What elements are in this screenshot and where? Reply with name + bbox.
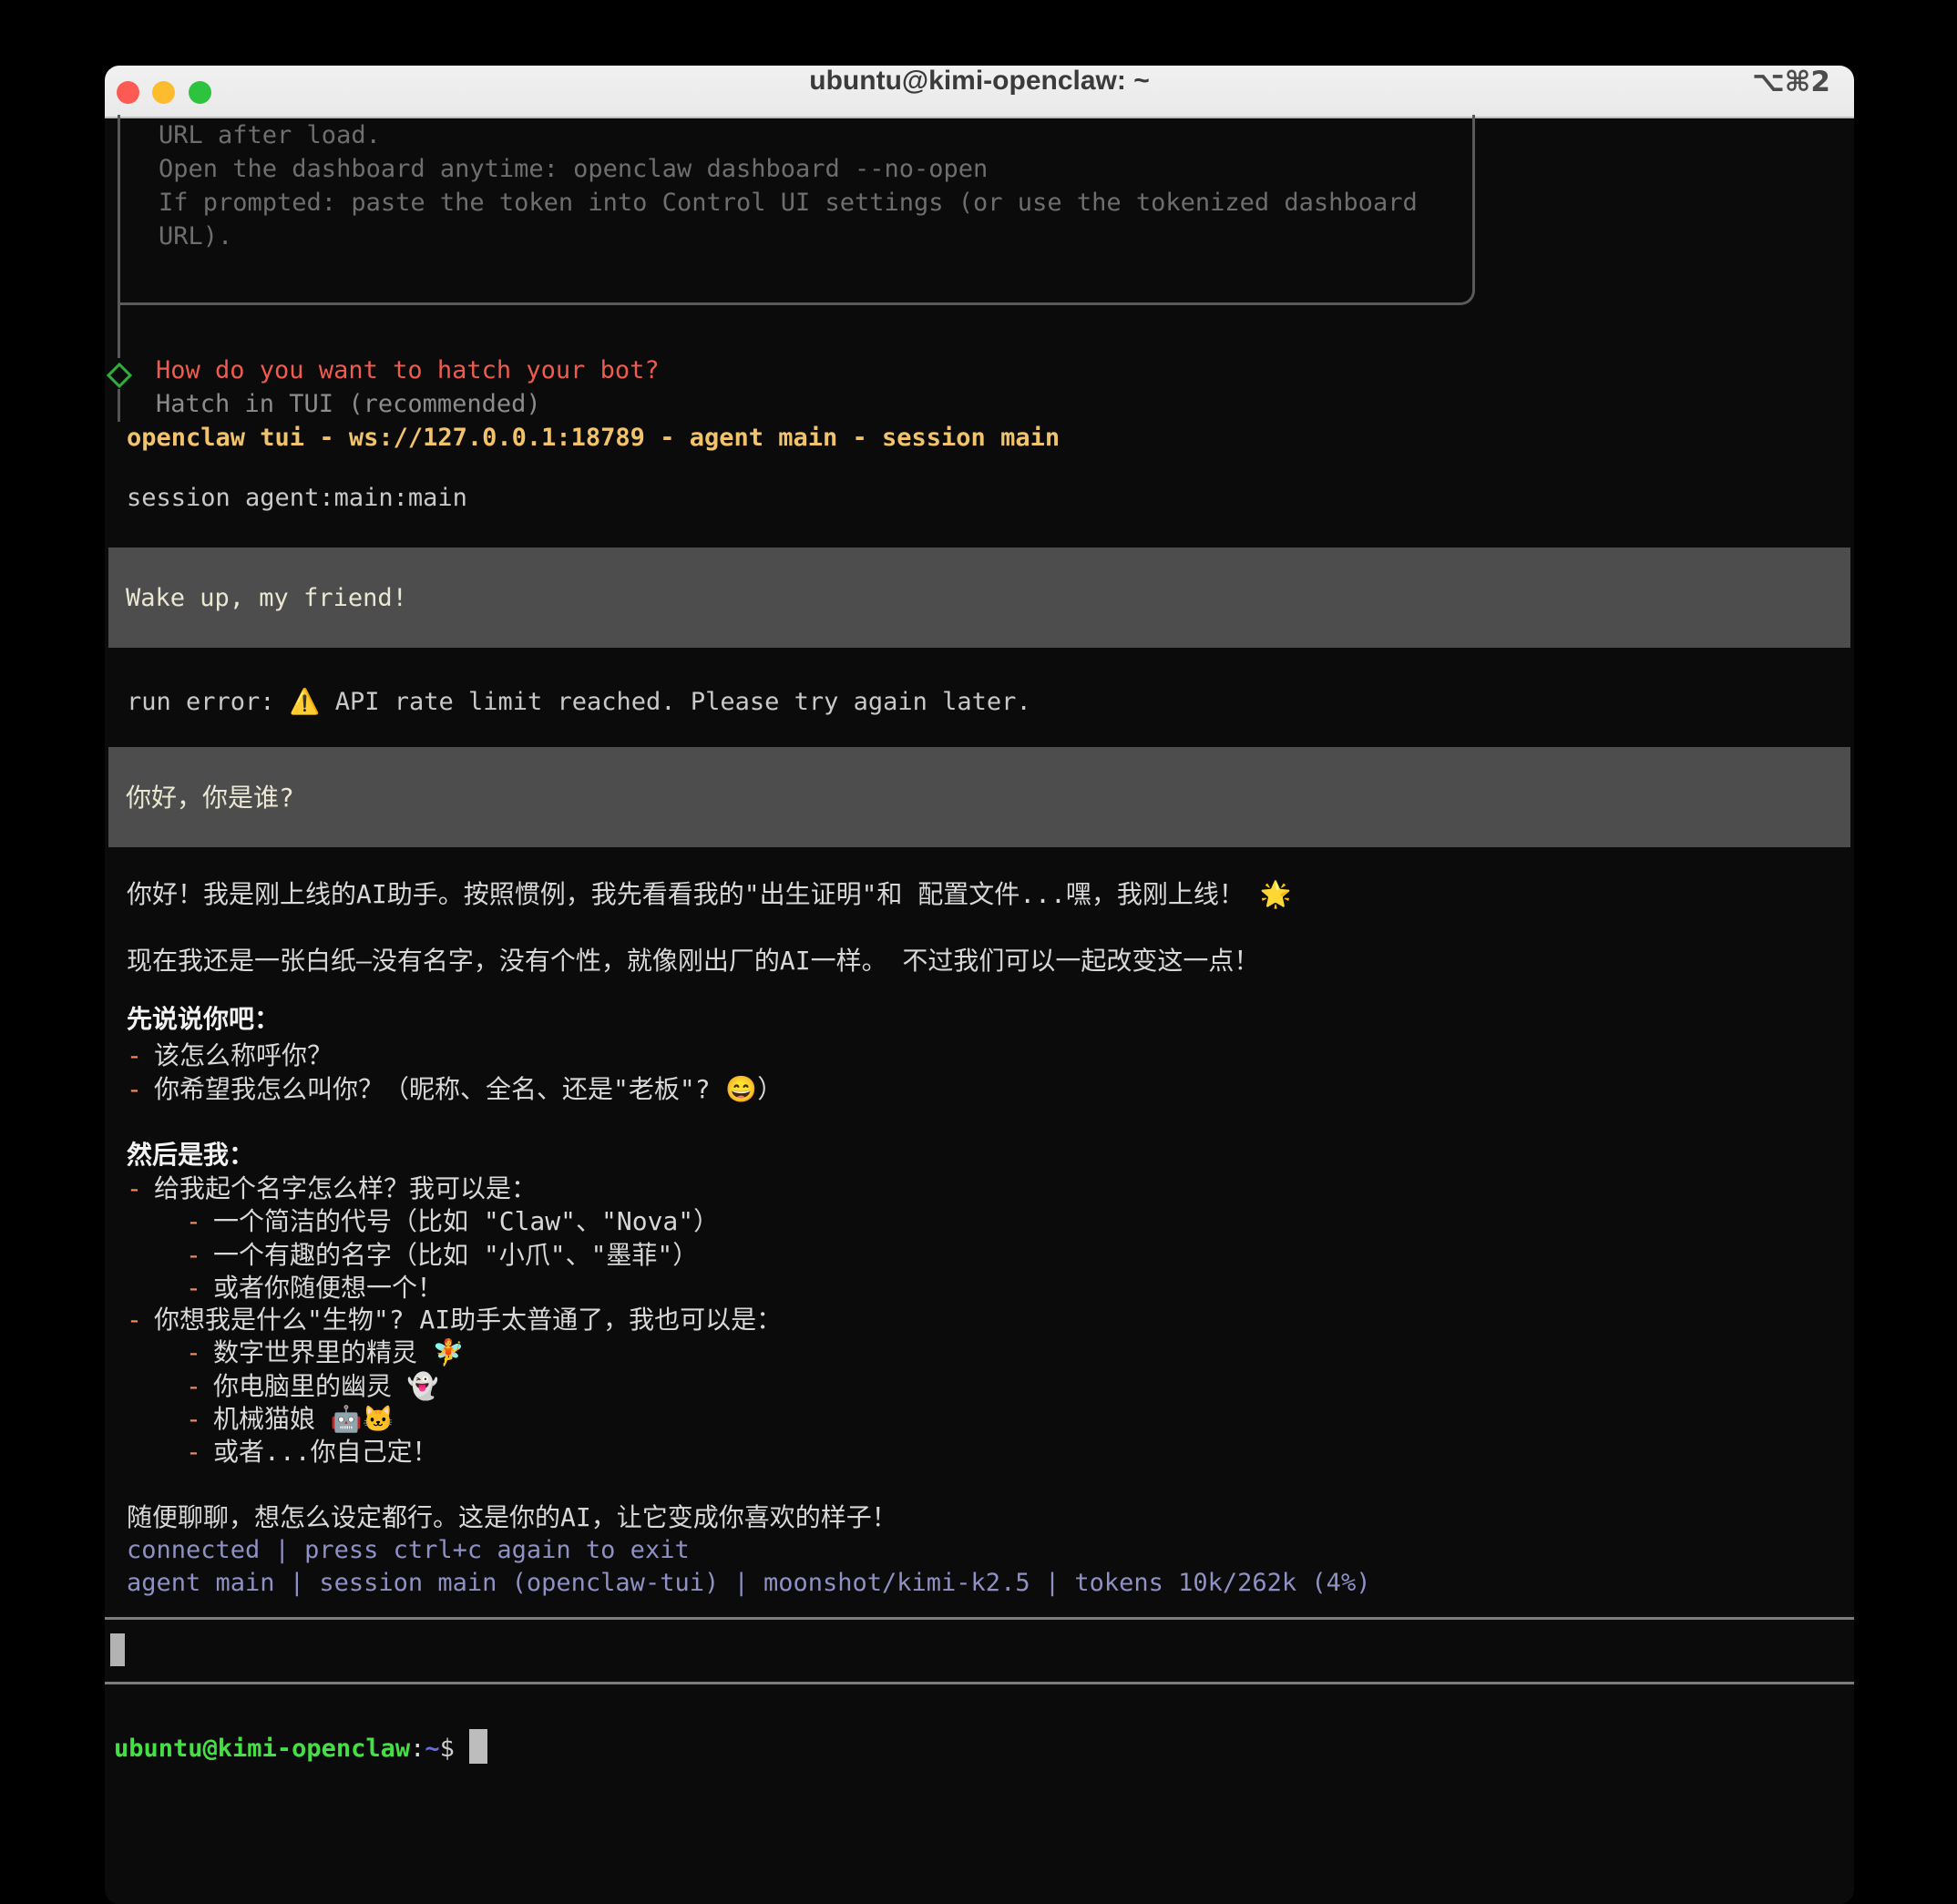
run-error-line: run error: ⚠️ API rate limit reached. Pl… bbox=[127, 685, 1031, 719]
list-item-text: 你希望我怎么叫你？（昵称、全名、还是"老板"? 😄） bbox=[154, 1074, 783, 1104]
status-line-agent: agent main | session main (openclaw-tui)… bbox=[127, 1566, 1370, 1600]
titlebar[interactable]: ubuntu@kimi-openclaw: ~ ⌥⌘2 bbox=[105, 66, 1854, 118]
bullet-dash: - bbox=[127, 1072, 154, 1106]
prompt-colon: : bbox=[410, 1735, 425, 1763]
user-message-box: 你好，你是谁? bbox=[108, 747, 1850, 847]
hatch-question: How do you want to hatch your bot? bbox=[156, 353, 660, 387]
user-message-text: 你好，你是谁? bbox=[126, 781, 294, 814]
bullet-dash: - bbox=[186, 1435, 213, 1469]
note-line: Open the dashboard anytime: openclaw das… bbox=[159, 152, 1472, 186]
user-message-text: Wake up, my friend! bbox=[126, 581, 407, 615]
terminal-screen[interactable]: URL after load. Open the dashboard anyti… bbox=[105, 118, 1854, 1904]
list-item: -一个简洁的代号（比如 "Claw"、"Nova"） bbox=[127, 1204, 719, 1238]
bullet-dash: - bbox=[186, 1204, 213, 1238]
list-item: -数字世界里的精灵 🧚 bbox=[127, 1336, 465, 1369]
assistant-paragraph: 现在我还是一张白纸—没有名字，没有个性，就像刚出厂的AI一样。 不过我们可以一起… bbox=[127, 944, 1259, 978]
setup-note-box: URL after load. Open the dashboard anyti… bbox=[118, 115, 1475, 305]
bullet-dash: - bbox=[127, 1172, 154, 1205]
list-item-text: 或者你随便想一个！ bbox=[213, 1273, 443, 1303]
list-item-text: 该怎么称呼你？ bbox=[154, 1040, 333, 1070]
input-box-top-border bbox=[105, 1617, 1854, 1620]
section-title: 先说说你吧： bbox=[127, 1002, 280, 1036]
tab-shortcut-badge: ⌥⌘2 bbox=[1752, 66, 1830, 118]
assistant-paragraph: 你好！我是刚上线的AI助手。按照惯例，我先看看我的"出生证明"和 配置文件...… bbox=[127, 877, 1292, 911]
input-box-bottom-border bbox=[105, 1682, 1854, 1684]
prompt-connector-line bbox=[118, 305, 120, 358]
shell-cursor[interactable] bbox=[469, 1729, 487, 1764]
run-error-text: API rate limit reached. Please try again… bbox=[320, 688, 1030, 716]
bullet-dash: - bbox=[186, 1271, 213, 1305]
session-line: session agent:main:main bbox=[127, 481, 467, 515]
bullet-dash: - bbox=[127, 1303, 154, 1336]
list-item-text: 你想我是什么"生物"? AI助手太普通了，我也可以是： bbox=[154, 1305, 782, 1335]
note-line: URL). bbox=[159, 220, 1472, 253]
bullet-dash: - bbox=[186, 1369, 213, 1403]
note-line: URL after load. bbox=[159, 118, 1472, 152]
bullet-dash: - bbox=[127, 1039, 154, 1072]
bullet-dash: - bbox=[186, 1238, 213, 1272]
prompt-bar-line bbox=[118, 389, 120, 422]
section-title: 然后是我： bbox=[127, 1138, 254, 1172]
list-item: -你想我是什么"生物"? AI助手太普通了，我也可以是： bbox=[127, 1303, 782, 1336]
run-error-prefix: run error: bbox=[127, 688, 290, 716]
window-title: ubuntu@kimi-openclaw: ~ bbox=[105, 66, 1854, 118]
warning-icon: ⚠️ bbox=[290, 688, 321, 716]
list-item: -你电脑里的幽灵 👻 bbox=[127, 1369, 439, 1403]
list-item-text: 数字世界里的精灵 🧚 bbox=[213, 1337, 465, 1367]
bullet-dash: - bbox=[186, 1336, 213, 1369]
list-item: -或者你随便想一个！ bbox=[127, 1271, 443, 1305]
prompt-path: ~ bbox=[425, 1735, 439, 1763]
list-item: -给我起个名字怎么样？我可以是： bbox=[127, 1172, 537, 1205]
bullet-dash: - bbox=[186, 1402, 213, 1436]
status-line-connected: connected | press ctrl+c again to exit bbox=[127, 1533, 690, 1567]
note-line: If prompted: paste the token into Contro… bbox=[159, 186, 1472, 220]
openclaw-command-line: openclaw tui - ws://127.0.0.1:18789 - ag… bbox=[127, 421, 1060, 455]
list-item-text: 一个简洁的代号（比如 "Claw"、"Nova"） bbox=[213, 1206, 719, 1236]
list-item-text: 你电脑里的幽灵 👻 bbox=[213, 1371, 439, 1401]
prompt-diamond-icon bbox=[107, 363, 132, 388]
closing-line: 随便聊聊，想怎么设定都行。这是你的AI，让它变成你喜欢的样子！ bbox=[127, 1500, 897, 1534]
terminal-window: ubuntu@kimi-openclaw: ~ ⌥⌘2 URL after lo… bbox=[105, 66, 1854, 1904]
list-item-text: 一个有趣的名字（比如 "小爪"、"墨菲"） bbox=[213, 1240, 698, 1270]
list-item-text: 机械猫娘 🤖🐱 bbox=[213, 1404, 394, 1434]
hatch-answer: Hatch in TUI (recommended) bbox=[156, 387, 541, 421]
shell-prompt[interactable]: ubuntu@kimi-openclaw:~$ bbox=[114, 1729, 487, 1766]
list-item: -或者...你自己定！ bbox=[127, 1435, 438, 1469]
list-item-text: 给我起个名字怎么样？我可以是： bbox=[154, 1173, 537, 1203]
list-item: -机械猫娘 🤖🐱 bbox=[127, 1402, 394, 1436]
list-item-text: 或者...你自己定！ bbox=[213, 1437, 438, 1467]
list-item: -一个有趣的名字（比如 "小爪"、"墨菲"） bbox=[127, 1238, 698, 1272]
prompt-dollar: $ bbox=[440, 1735, 455, 1763]
tui-input-cursor[interactable] bbox=[110, 1633, 125, 1666]
list-item: -该怎么称呼你？ bbox=[127, 1039, 333, 1072]
user-message-box: Wake up, my friend! bbox=[108, 548, 1850, 648]
prompt-user-host: ubuntu@kimi-openclaw bbox=[114, 1735, 410, 1763]
list-item: -你希望我怎么叫你？（昵称、全名、还是"老板"? 😄） bbox=[127, 1072, 783, 1106]
